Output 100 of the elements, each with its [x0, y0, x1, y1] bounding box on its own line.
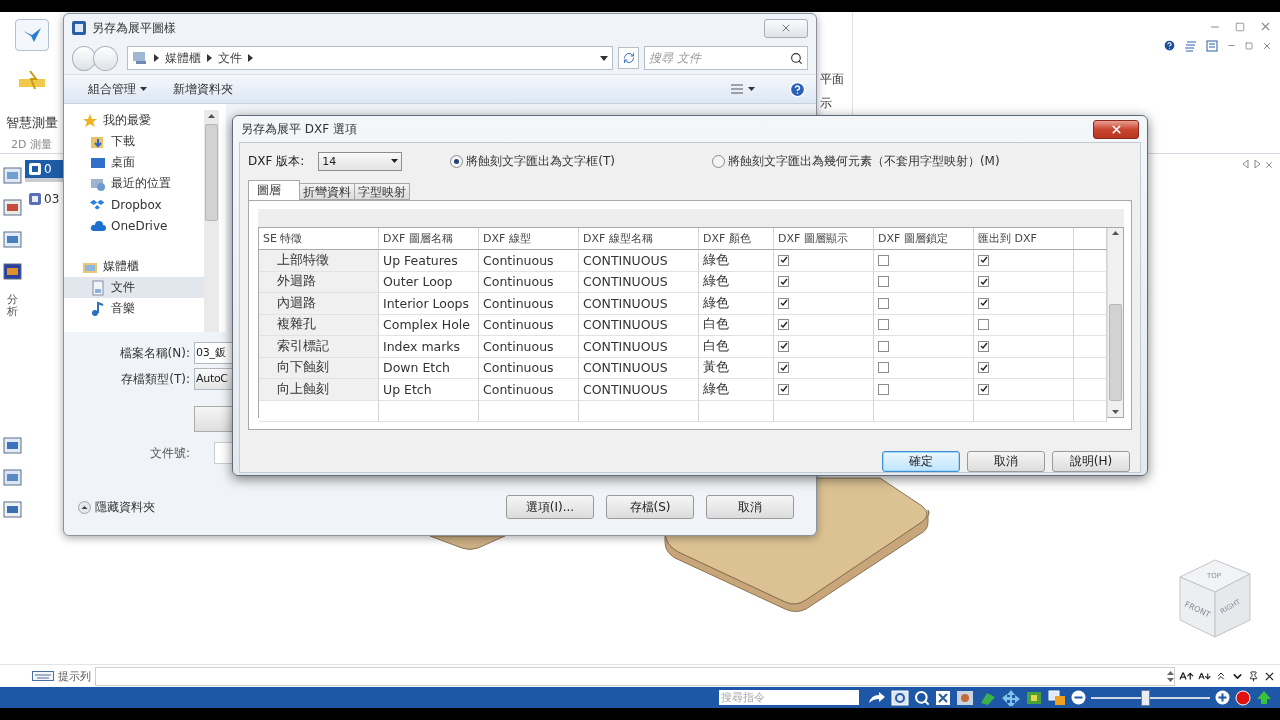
dialog-button[interactable]: 取消 [967, 451, 1045, 472]
checkbox[interactable] [778, 340, 789, 352]
type-dropdown[interactable]: AutoC [194, 368, 232, 390]
pan-icon[interactable] [956, 689, 974, 706]
heatmap-icon[interactable] [3, 262, 22, 281]
spinner-icon[interactable] [1167, 669, 1174, 683]
fit-icon[interactable] [935, 689, 951, 706]
checkbox[interactable] [878, 254, 889, 266]
help-icon[interactable] [789, 80, 806, 98]
column-header[interactable]: SE 特徵 [259, 228, 379, 250]
checkbox[interactable] [778, 254, 789, 266]
tree-icon[interactable] [3, 500, 22, 520]
checkbox[interactable] [778, 276, 789, 288]
cube-icon[interactable] [1025, 689, 1043, 706]
checkbox[interactable] [978, 319, 989, 331]
dialog-button[interactable]: 存檔(S) [606, 495, 694, 519]
radio-button[interactable] [711, 154, 725, 168]
nav-item[interactable]: Dropbox [64, 194, 204, 215]
help-icon[interactable] [1163, 39, 1176, 52]
nav-item[interactable]: OneDrive [64, 215, 204, 236]
side-tab-label[interactable]: 分析 [7, 294, 18, 319]
checkbox[interactable] [878, 362, 889, 374]
video-icon[interactable] [3, 230, 22, 249]
collapse-icon[interactable] [1215, 670, 1227, 682]
nav-item[interactable]: 下載 [64, 131, 204, 152]
nav-item[interactable]: 我的最愛 [64, 110, 204, 131]
breadcrumb-item[interactable]: 文件 [217, 49, 242, 67]
column-header[interactable]: DXF 圖層鎖定 [874, 228, 974, 250]
checkbox[interactable] [878, 276, 889, 288]
nav-item[interactable]: 最近的位置 [64, 173, 204, 194]
tab-right-icon[interactable] [1253, 160, 1261, 168]
zoom-in-icon[interactable] [1215, 690, 1230, 705]
list-icon[interactable] [1206, 39, 1218, 52]
checkbox[interactable] [878, 319, 889, 331]
window-icon[interactable] [3, 436, 22, 456]
hide-folders-toggle[interactable]: 隱藏資料夾 [78, 498, 155, 516]
scrollbar[interactable] [204, 110, 219, 332]
nav-item[interactable]: 文件 [64, 277, 204, 298]
nav-item[interactable]: 媒體櫃 [64, 256, 204, 277]
checkbox[interactable] [878, 383, 889, 395]
nav-item[interactable]: 桌面 [64, 152, 204, 173]
toolbar-button[interactable]: 組合管理 [88, 80, 147, 98]
ribbon-label[interactable]: 示 [820, 95, 852, 112]
dialog-button[interactable]: 說明(H) [1052, 451, 1130, 472]
column-header[interactable]: DXF 圖層顯示 [774, 228, 874, 250]
ribbon-label[interactable]: 平面 [820, 71, 852, 88]
checkbox[interactable] [978, 340, 989, 352]
move-icon[interactable] [1002, 689, 1020, 706]
checkbox[interactable] [778, 319, 789, 331]
chart-icon[interactable] [3, 198, 22, 217]
dialog-button[interactable]: 確定 [882, 451, 960, 472]
scrollbar[interactable] [1107, 228, 1123, 417]
tab[interactable]: 圖層 [248, 180, 300, 200]
version-dropdown[interactable]: 14 [318, 151, 403, 171]
radio-option[interactable]: 將蝕刻文字匯出為幾何元素（不套用字型映射）(M) [711, 152, 1000, 170]
view-options-icon[interactable] [731, 83, 755, 95]
record-icon[interactable] [1235, 689, 1251, 706]
checkbox[interactable] [978, 254, 989, 266]
column-header[interactable]: DXF 線型 [479, 228, 579, 250]
slider-thumb[interactable] [1140, 689, 1150, 706]
tree-item[interactable]: 0 [25, 160, 63, 182]
squares-icon[interactable] [1048, 689, 1066, 706]
document-number-field[interactable] [214, 442, 232, 464]
checkbox[interactable] [978, 383, 989, 395]
breadcrumb-item[interactable]: 媒體櫃 [164, 49, 201, 67]
checkbox[interactable] [778, 383, 789, 395]
dialog-button[interactable]: 選項(I)... [506, 495, 594, 519]
tree-item[interactable]: 03 [25, 190, 63, 208]
checkbox[interactable] [978, 297, 989, 309]
column-header[interactable]: 匯出到 DXF [974, 228, 1074, 250]
checkbox[interactable] [978, 276, 989, 288]
tab[interactable]: 折彎資料 [299, 183, 355, 200]
zoom-out-icon[interactable] [1071, 690, 1086, 705]
upload-icon[interactable] [1256, 689, 1272, 706]
checkbox[interactable] [878, 340, 889, 352]
zoom-icon[interactable] [914, 689, 930, 706]
prompt-field[interactable] [95, 666, 1175, 686]
nav-item[interactable]: 音樂 [64, 298, 204, 319]
radio-button[interactable] [450, 154, 464, 168]
tab-left-icon[interactable] [1242, 160, 1250, 168]
image-icon[interactable] [3, 166, 22, 185]
column-header[interactable]: DXF 顏色 [699, 228, 774, 250]
toolbar-button[interactable]: 新增資料夾 [173, 80, 233, 98]
app-menu-button[interactable] [14, 19, 49, 51]
checkbox[interactable] [778, 362, 789, 374]
checkbox[interactable] [978, 362, 989, 374]
column-header[interactable]: DXF 圖層名稱 [379, 228, 479, 250]
dialog-button[interactable]: 取消 [706, 495, 794, 519]
tab[interactable]: 字型映射 [354, 183, 410, 200]
pin-icon[interactable] [1248, 670, 1259, 682]
address-bar[interactable]: 媒體櫃 文件 [126, 46, 613, 70]
arrow-icon[interactable] [868, 690, 886, 705]
checkbox[interactable] [878, 297, 889, 309]
checkbox[interactable] [778, 297, 789, 309]
close-button[interactable] [1093, 119, 1139, 139]
file-name-field[interactable]: 03_鈑 [194, 342, 232, 364]
column-header[interactable]: DXF 線型名稱 [579, 228, 699, 250]
refresh-button[interactable] [618, 47, 640, 69]
layers-icon[interactable] [3, 468, 22, 488]
zoom-area-icon[interactable] [891, 689, 909, 706]
